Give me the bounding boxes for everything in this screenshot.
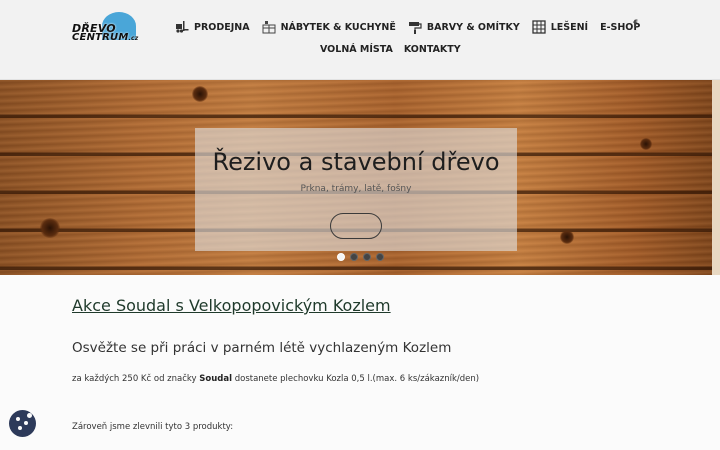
article-title-link[interactable]: Akce Soudal s Velkopopovickým Kozlem <box>72 296 652 315</box>
nav-label: PRODEJNA <box>194 21 250 33</box>
slider-dot-3[interactable] <box>363 253 371 261</box>
hero-subtitle: Prkna, trámy, latě, fošny <box>300 184 412 194</box>
slider-dot-4[interactable] <box>376 253 384 261</box>
secondary-nav: VOLNÁ MÍSTA KONTAKTY <box>320 44 472 55</box>
wood-knot <box>192 86 208 102</box>
site-logo[interactable]: DŘEVO CENTRUM.cz <box>70 12 142 43</box>
article-paragraph: Zároveň jsme zlevnili tyto 3 produkty: <box>72 422 234 432</box>
hero-slider: Řezivo a stavební dřevo Prkna, trámy, la… <box>0 80 720 275</box>
nav-label: NÁBYTEK & KUCHYNĚ <box>280 21 396 33</box>
wood-knot <box>640 138 652 150</box>
hero-edge <box>712 80 720 275</box>
nav-item-barvy[interactable]: BARVY & OMÍTKY <box>408 20 520 34</box>
article: Akce Soudal s Velkopopovickým Kozlem Osv… <box>72 296 652 432</box>
nav-item-kontakty[interactable]: KONTAKTY <box>404 44 461 55</box>
article-lead: Osvěžte se při práci v parném létě vychl… <box>72 340 452 356</box>
cookie-settings-icon[interactable] <box>9 410 36 437</box>
site-header: DŘEVO CENTRUM.cz PRODEJNA NÁBYTEK & KUCH… <box>0 0 720 80</box>
brand-name: Soudal <box>199 374 233 384</box>
wood-knot <box>560 230 574 244</box>
nav-item-leseni[interactable]: LEŠENÍ <box>532 20 588 34</box>
nav-label: LEŠENÍ <box>550 21 589 33</box>
scaffolding-icon <box>532 20 546 34</box>
paint-roller-icon <box>408 20 422 34</box>
hero-button[interactable] <box>330 213 382 239</box>
article-paragraph: za každých 250 Kč od značky Soudal dosta… <box>72 374 480 384</box>
wood-knot <box>40 218 60 238</box>
nav-item-prodejna[interactable]: PRODEJNA <box>175 20 250 34</box>
nav-item-nabytek[interactable]: NÁBYTEK & KUCHYNĚ <box>262 20 396 34</box>
hero-title: Řezivo a stavební dřevo <box>212 148 500 176</box>
slider-dot-2[interactable] <box>350 253 358 261</box>
slider-dot-1[interactable] <box>337 253 345 261</box>
main-nav: PRODEJNA NÁBYTEK & KUCHYNĚ BARVY & OMÍTK… <box>175 18 652 36</box>
logo-line2: CENTRUM.cz <box>72 32 139 43</box>
forklift-icon <box>175 20 189 34</box>
nav-item-volna-mista[interactable]: VOLNÁ MÍSTA <box>320 44 393 55</box>
kitchen-icon <box>262 20 276 34</box>
nav-label: BARVY & OMÍTKY <box>426 21 520 33</box>
facebook-icon[interactable]: f <box>633 19 637 30</box>
slider-dots <box>337 253 389 261</box>
